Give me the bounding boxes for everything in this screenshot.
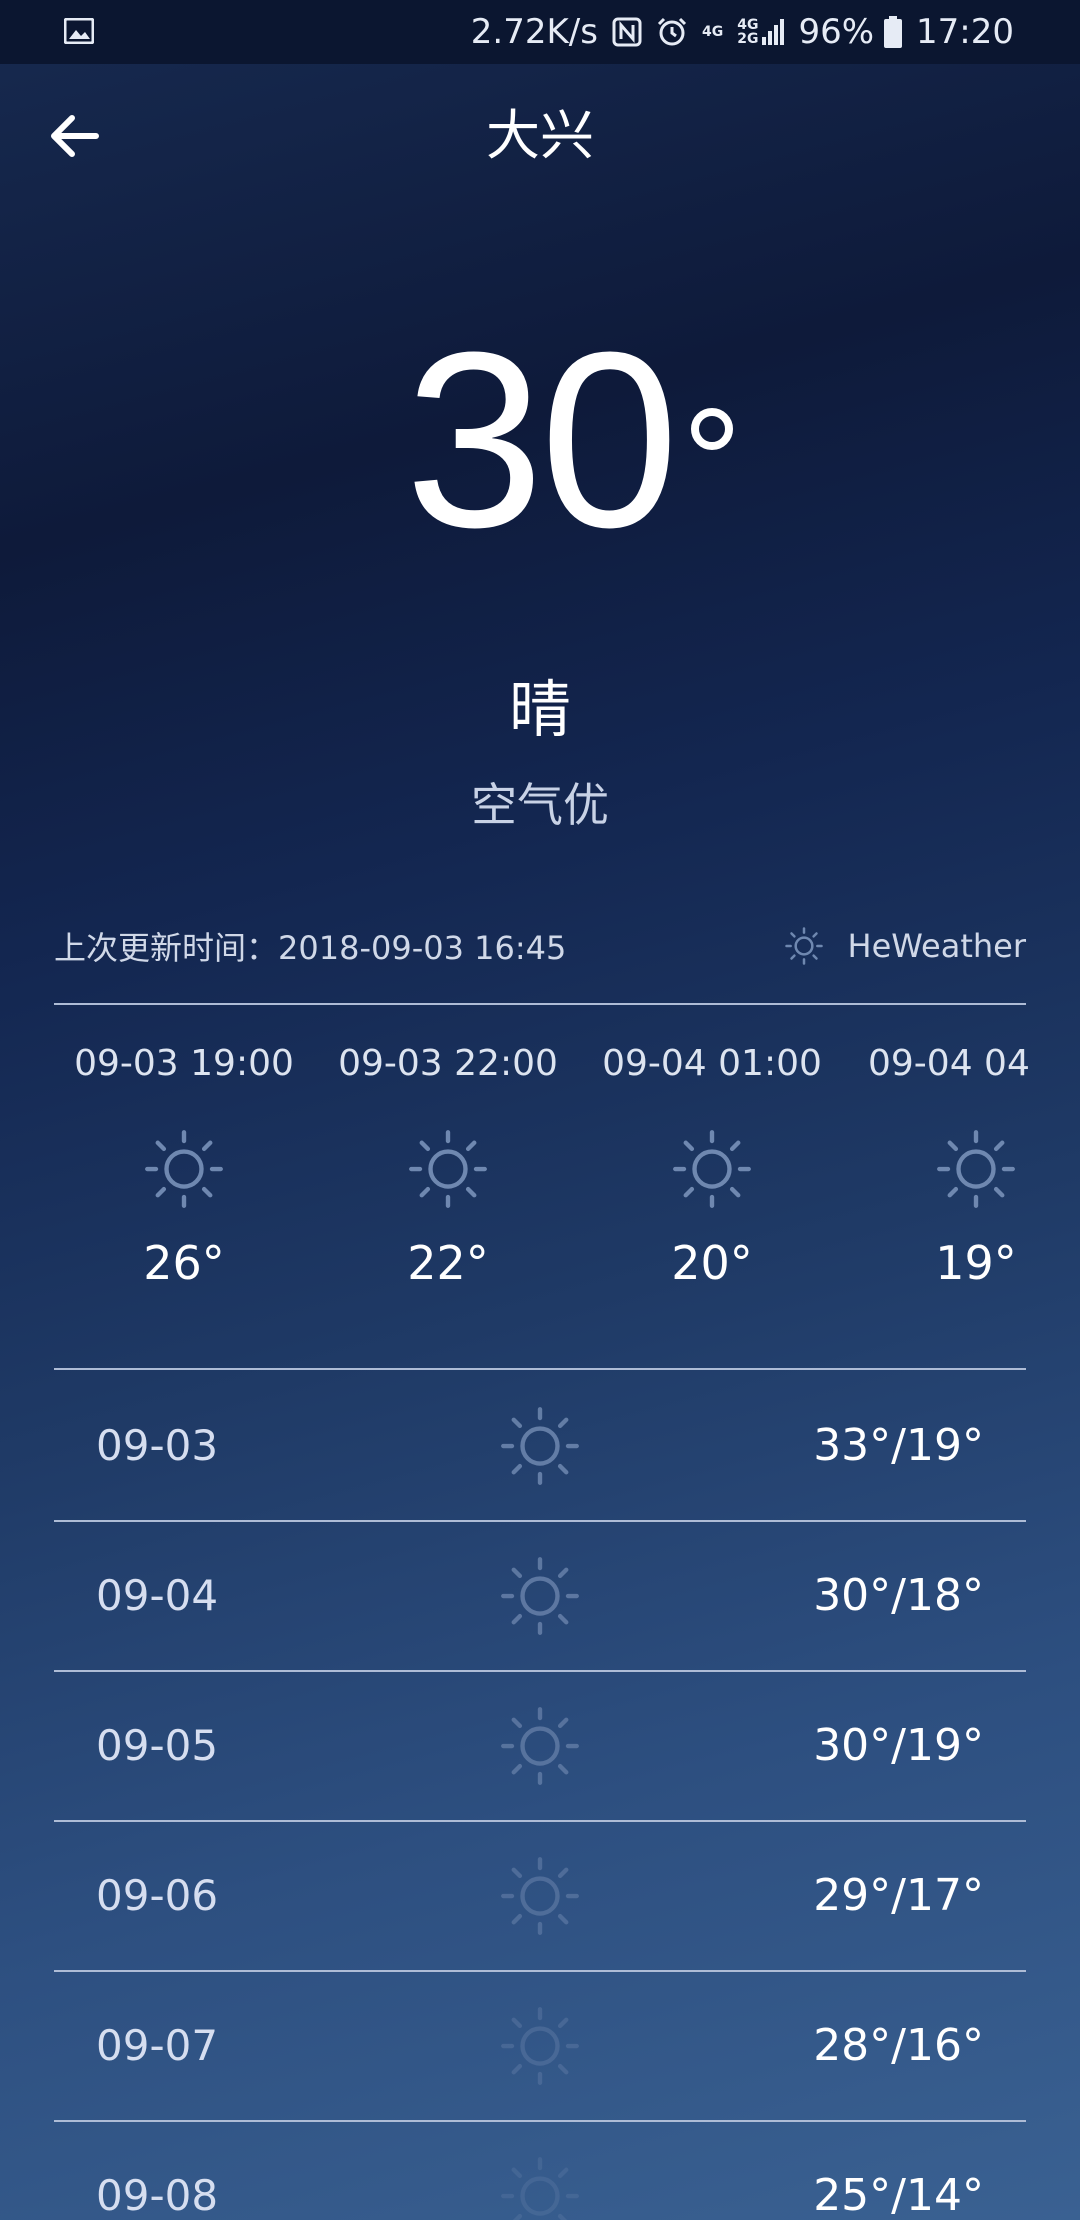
daily-temperature-range: 29°/17° (813, 1870, 984, 1921)
daily-date: 09-03 (96, 1421, 219, 1470)
data-source: HeWeather (784, 922, 1026, 970)
signal-bottom-label: 2G (737, 31, 759, 47)
daily-temperature-range: 30°/19° (813, 1720, 984, 1771)
hourly-temperature: 19° (935, 1236, 1017, 1290)
city-title: 大兴 (486, 104, 594, 167)
daily-date: 09-07 (96, 2021, 219, 2070)
hourly-time: 09-03 22:00 (338, 1043, 558, 1084)
daily-temperature-range: 33°/19° (813, 1420, 984, 1471)
daily-date: 09-04 (96, 1571, 219, 1620)
clock: 17:20 (916, 12, 1014, 52)
daily-temperature-range: 25°/14° (813, 2170, 984, 2220)
sun-icon (501, 1707, 579, 1785)
gallery-notification-icon (64, 18, 94, 44)
sun-icon (145, 1130, 223, 1208)
status-bar: 2.72K/s 4G 4G 2G 96% 17:20 (0, 0, 1080, 64)
signal-4g-2g-indicator: 4G 2G (737, 18, 758, 46)
hourly-item: 09-04 04 19° (844, 1005, 1080, 1293)
daily-row: 09-08 25°/14° (54, 2122, 1026, 2220)
daily-row: 09-07 28°/16° (54, 1972, 1026, 2122)
signal-bars-icon (762, 19, 785, 45)
hourly-forecast[interactable]: 09-03 19:00 26° 09-03 22:00 22° 09-04 01… (0, 1005, 1080, 1370)
signal-4g-indicator: 4G (702, 25, 723, 39)
signal-4g-label: 4G (701, 24, 724, 40)
daily-date: 09-08 (96, 2171, 219, 2220)
daily-row: 09-06 29°/17° (54, 1822, 1026, 1972)
battery-percent: 96% (798, 12, 875, 52)
hourly-item: 09-03 19:00 26° (52, 1005, 316, 1293)
status-indicators: 2.72K/s 4G 4G 2G 96% 17:20 (457, 0, 1014, 64)
daily-temperature-range: 30°/18° (813, 1570, 984, 1621)
sun-icon (673, 1130, 751, 1208)
daily-row: 09-05 30°/19° (54, 1672, 1026, 1822)
alarm-icon (656, 16, 688, 48)
current-temperature-block: 30 (0, 310, 1080, 570)
app-header: 大兴 (0, 64, 1080, 214)
sun-icon (937, 1130, 1015, 1208)
daily-date: 09-06 (96, 1871, 219, 1920)
hourly-time: 09-03 19:00 (74, 1043, 294, 1084)
air-quality: 空气优 (471, 778, 609, 832)
hourly-temperature: 26° (143, 1236, 225, 1290)
sun-icon (501, 1857, 579, 1935)
current-temperature-value: 30 (404, 300, 679, 579)
nfc-icon (612, 17, 642, 47)
divider (54, 1368, 1026, 1370)
current-temperature: 30 (405, 310, 734, 570)
sun-icon (501, 1557, 579, 1635)
hourly-temperature: 22° (407, 1236, 489, 1290)
hourly-time: 09-04 01:00 (602, 1043, 822, 1084)
sun-icon (501, 2157, 579, 2220)
source-label: HeWeather (847, 927, 1026, 965)
degree-symbol (691, 408, 734, 450)
hourly-item: 09-03 22:00 22° (316, 1005, 580, 1293)
sun-icon (409, 1130, 487, 1208)
last-updated: 上次更新时间：2018-09-03 16:45 (54, 929, 567, 967)
daily-date: 09-05 (96, 1721, 219, 1770)
weather-condition: 晴 (508, 673, 571, 746)
daily-row: 09-04 30°/18° (54, 1522, 1026, 1672)
sun-icon (501, 1407, 579, 1485)
signal-top-label: 4G (737, 17, 759, 33)
battery-icon (884, 16, 903, 48)
hourly-time: 09-04 04 (868, 1043, 1030, 1084)
hourly-temperature: 20° (671, 1236, 753, 1290)
sun-icon (784, 927, 823, 965)
daily-row: 09-03 33°/19° (54, 1372, 1026, 1522)
daily-temperature-range: 28°/16° (813, 2020, 984, 2071)
hourly-item: 09-04 01:00 20° (580, 1005, 844, 1293)
sun-icon (501, 2007, 579, 2085)
net-speed: 2.72K/s (470, 12, 598, 52)
